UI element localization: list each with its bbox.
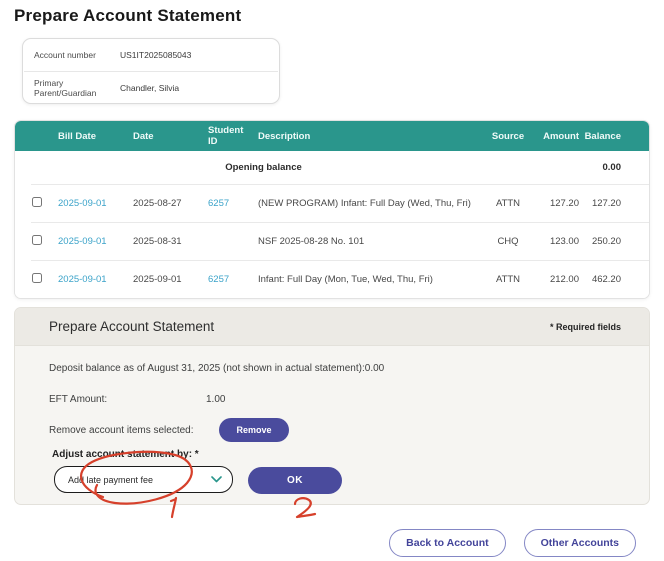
date-cell: 2025-08-27: [127, 198, 202, 209]
description-cell: Infant: Full Day (Mon, Tue, Wed, Thu, Fr…: [252, 274, 482, 285]
amount-cell: 212.00: [534, 274, 584, 285]
source-cell: CHQ: [482, 236, 534, 247]
account-info-card: Account number US1IT2025085043 Primary P…: [22, 38, 280, 104]
student-id-link[interactable]: 6257: [208, 274, 229, 285]
balance-cell: 250.20: [584, 236, 650, 247]
row-checkbox[interactable]: [32, 273, 42, 283]
ok-button[interactable]: OK: [248, 467, 342, 494]
row-checkbox[interactable]: [32, 235, 42, 245]
balance-cell: 462.20: [584, 274, 650, 285]
opening-balance-value: 0.00: [584, 162, 650, 173]
bill-date-link[interactable]: 2025-09-01: [58, 274, 107, 285]
col-header-student-id: Student ID: [202, 125, 252, 147]
page: Prepare Account Statement Account number…: [0, 0, 664, 561]
deposit-balance-text: Deposit balance as of August 31, 2025 (n…: [49, 363, 384, 374]
eft-amount-label: EFT Amount:: [49, 394, 107, 405]
amount-cell: 127.20: [534, 198, 584, 209]
other-accounts-button[interactable]: Other Accounts: [524, 529, 636, 557]
description-cell: (NEW PROGRAM) Infant: Full Day (Wed, Thu…: [252, 198, 482, 209]
account-number-label: Account number: [34, 50, 120, 60]
account-number-row: Account number US1IT2025085043: [23, 39, 279, 71]
panel-header: Prepare Account Statement * Required fie…: [15, 308, 649, 346]
col-header-source: Source: [482, 131, 534, 142]
prepare-statement-panel: Prepare Account Statement * Required fie…: [14, 307, 650, 505]
primary-parent-label: Primary Parent/Guardian: [34, 78, 120, 98]
table-row: 2025-09-01 2025-08-27 6257 (NEW PROGRAM)…: [15, 185, 649, 222]
panel-body: Deposit balance as of August 31, 2025 (n…: [15, 346, 649, 505]
col-header-bill-date: Bill Date: [51, 131, 127, 142]
col-header-amount: Amount: [534, 131, 584, 142]
col-header-date: Date: [127, 131, 202, 142]
adjust-statement-select[interactable]: Add late payment fee: [54, 466, 233, 493]
student-id-link[interactable]: 6257: [208, 198, 229, 209]
balance-cell: 127.20: [584, 198, 650, 209]
opening-balance-label: Opening balance: [15, 162, 482, 173]
adjust-statement-label: Adjust account statement by: *: [52, 449, 199, 460]
opening-balance-row: Opening balance 0.00: [15, 151, 649, 184]
table-row: 2025-09-01 2025-08-31 NSF 2025-08-28 No.…: [15, 223, 649, 260]
amount-cell: 123.00: [534, 236, 584, 247]
page-title: Prepare Account Statement: [14, 6, 241, 26]
remove-items-label: Remove account items selected:: [49, 425, 194, 436]
date-cell: 2025-09-01: [127, 274, 202, 285]
chevron-down-icon: [211, 476, 222, 483]
table-row: 2025-09-01 2025-09-01 6257 Infant: Full …: [15, 261, 649, 298]
source-cell: ATTN: [482, 198, 534, 209]
footer-actions: Back to Account Other Accounts: [389, 529, 636, 557]
source-cell: ATTN: [482, 274, 534, 285]
account-number-value: US1IT2025085043: [120, 50, 191, 60]
col-header-balance: Balance: [584, 131, 650, 142]
primary-parent-row: Primary Parent/Guardian Chandler, Silvia: [23, 72, 279, 104]
description-cell: NSF 2025-08-28 No. 101: [252, 236, 482, 247]
bill-date-link[interactable]: 2025-09-01: [58, 198, 107, 209]
back-to-account-button[interactable]: Back to Account: [389, 529, 505, 557]
required-fields-note: * Required fields: [550, 322, 621, 332]
selected-option-label: Add late payment fee: [68, 475, 153, 485]
remove-button[interactable]: Remove: [219, 418, 289, 442]
bill-date-link[interactable]: 2025-09-01: [58, 236, 107, 247]
eft-amount-value: 1.00: [206, 394, 225, 405]
row-checkbox[interactable]: [32, 197, 42, 207]
table-header-row: Bill Date Date Student ID Description So…: [15, 121, 649, 151]
col-header-description: Description: [252, 131, 482, 142]
statement-table: Bill Date Date Student ID Description So…: [14, 120, 650, 299]
date-cell: 2025-08-31: [127, 236, 202, 247]
panel-title: Prepare Account Statement: [49, 319, 214, 334]
primary-parent-value: Chandler, Silvia: [120, 83, 179, 93]
